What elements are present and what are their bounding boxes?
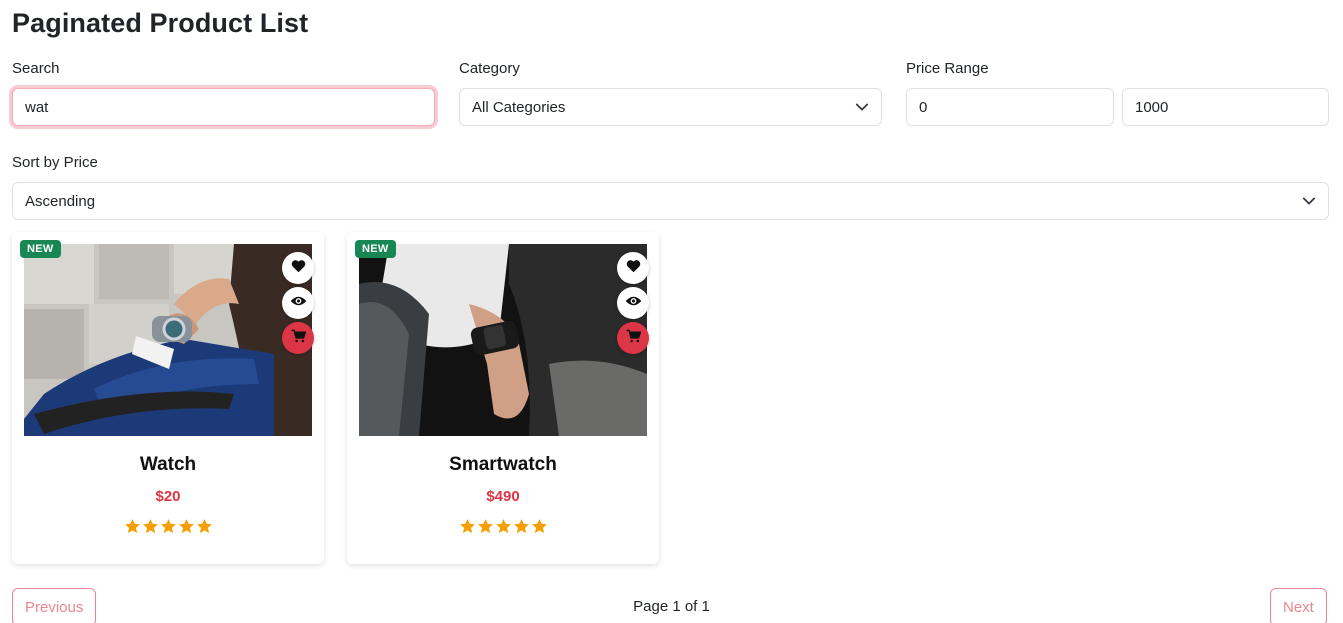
star-rating	[12, 518, 324, 535]
eye-icon	[625, 294, 642, 312]
quick-view-button[interactable]	[617, 287, 649, 319]
search-label: Search	[12, 60, 60, 77]
product-image[interactable]	[359, 244, 647, 436]
add-to-cart-button[interactable]	[282, 322, 314, 354]
star-icon	[160, 519, 176, 534]
product-name[interactable]: Watch	[12, 454, 324, 476]
price-min-input[interactable]: 0	[906, 88, 1114, 126]
star-rating	[347, 518, 659, 535]
wishlist-button[interactable]	[617, 252, 649, 284]
product-name[interactable]: Smartwatch	[347, 454, 659, 476]
star-icon	[142, 519, 158, 534]
search-input-value: wat	[25, 98, 49, 116]
cart-icon	[291, 329, 306, 348]
product-price: $490	[486, 488, 520, 505]
search-input[interactable]: wat	[12, 88, 435, 126]
star-icon	[459, 519, 475, 534]
star-icon	[124, 519, 140, 534]
new-badge: NEW	[20, 240, 61, 258]
price-max-input[interactable]: 1000	[1122, 88, 1329, 126]
product-image[interactable]	[24, 244, 312, 436]
product-card[interactable]: NEW Watch $20	[12, 232, 324, 564]
wishlist-button[interactable]	[282, 252, 314, 284]
heart-icon	[626, 259, 641, 278]
cart-icon	[626, 329, 641, 348]
page-indicator: Page 1 of 1	[633, 598, 710, 615]
star-icon	[477, 519, 493, 534]
new-badge: NEW	[355, 240, 396, 258]
eye-icon	[290, 294, 307, 312]
star-icon	[495, 519, 511, 534]
sort-select[interactable]: Ascending	[12, 182, 1329, 220]
star-icon	[531, 519, 547, 534]
product-price: $20	[155, 488, 181, 505]
category-select-value: All Categories	[472, 98, 566, 116]
price-max-value: 1000	[1135, 98, 1169, 116]
star-icon	[513, 519, 529, 534]
add-to-cart-button[interactable]	[617, 322, 649, 354]
category-select[interactable]: All Categories	[459, 88, 882, 126]
product-card[interactable]: NEW Smartwatch $490	[347, 232, 659, 564]
category-label: Category	[459, 60, 520, 77]
page-title: Paginated Product List	[12, 8, 309, 38]
chevron-down-icon	[1302, 194, 1316, 208]
sort-label: Sort by Price	[12, 154, 98, 171]
star-icon	[178, 519, 194, 534]
quick-view-button[interactable]	[282, 287, 314, 319]
sort-select-value: Ascending	[25, 192, 96, 210]
heart-icon	[291, 259, 306, 278]
price-range-label: Price Range	[906, 60, 989, 77]
next-button[interactable]: Next	[1270, 588, 1327, 623]
price-min-value: 0	[919, 98, 928, 116]
star-icon	[196, 519, 212, 534]
chevron-down-icon	[855, 100, 869, 114]
